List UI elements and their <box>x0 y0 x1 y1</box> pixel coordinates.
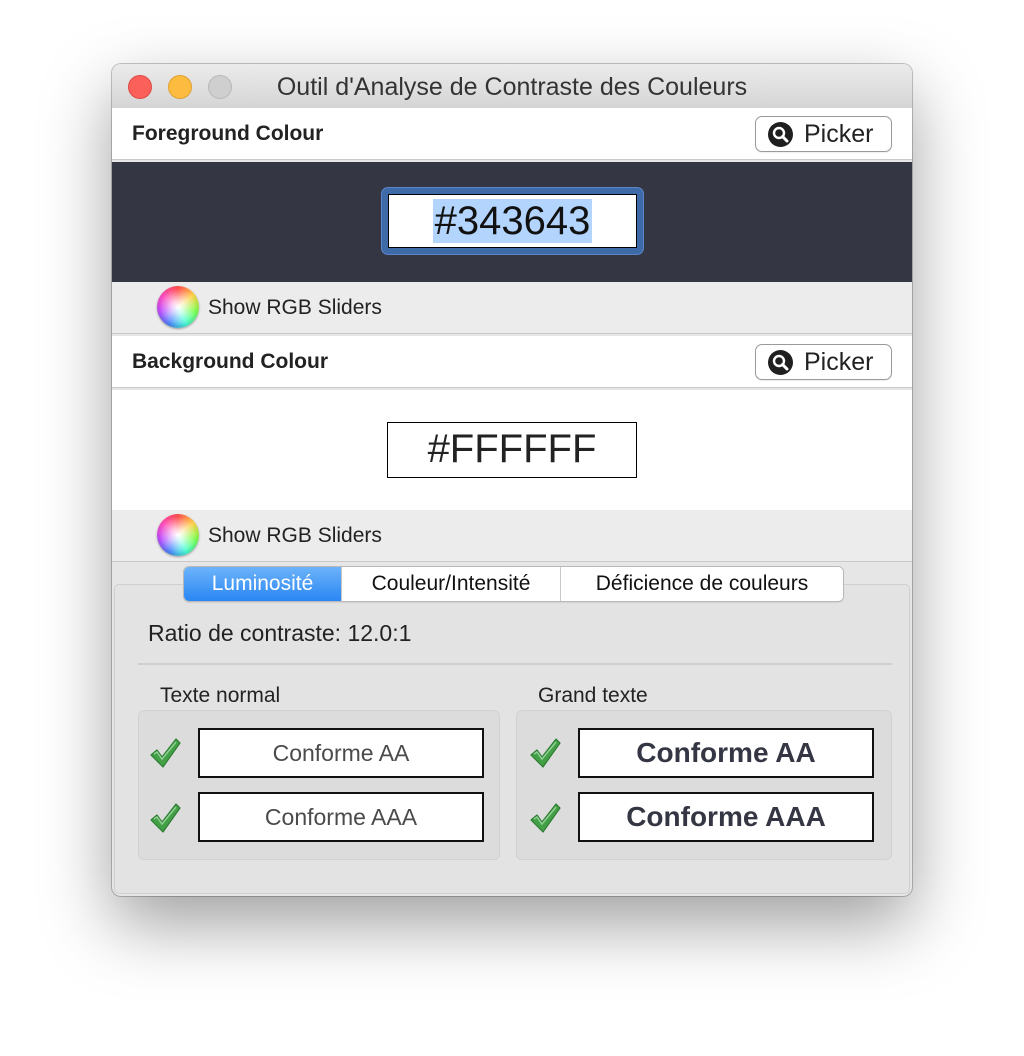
color-wheel-icon[interactable] <box>157 286 199 328</box>
background-picker-label: Picker <box>804 348 874 376</box>
zoom-window-button <box>208 75 232 99</box>
close-window-button[interactable] <box>128 75 152 99</box>
contrast-ratio: Ratio de contraste: 12.0:1 <box>148 620 412 646</box>
check-icon <box>530 803 561 833</box>
title-bar[interactable]: Outil d'Analyse de Contraste des Couleur… <box>112 64 912 109</box>
tab-deficience-couleurs[interactable]: Déficience de couleurs <box>560 567 843 601</box>
tab-luminosite[interactable]: Luminosité <box>184 567 341 601</box>
app-window: Outil d'Analyse de Contraste des Couleur… <box>112 64 912 896</box>
divider <box>138 663 892 665</box>
foreground-rgb-label[interactable]: Show RGB Sliders <box>208 282 382 334</box>
normal-aaa-result: Conforme AAA <box>198 792 484 842</box>
background-rgb-toggle[interactable]: Show RGB Sliders <box>112 510 912 562</box>
foreground-hex-input[interactable]: #343643 <box>388 194 637 248</box>
foreground-rgb-toggle[interactable]: Show RGB Sliders <box>112 282 912 334</box>
background-picker-button[interactable]: Picker <box>755 344 892 380</box>
foreground-hex-text: #343643 <box>432 199 593 243</box>
foreground-swatch: #343643 <box>112 162 912 282</box>
background-rgb-label[interactable]: Show RGB Sliders <box>208 510 382 562</box>
background-header: Background Colour Picker <box>112 336 912 388</box>
check-icon <box>150 738 181 768</box>
minimize-window-button[interactable] <box>168 75 192 99</box>
tab-couleur-intensite[interactable]: Couleur/Intensité <box>341 567 560 601</box>
foreground-header: Foreground Colour Picker <box>112 108 912 160</box>
color-wheel-icon[interactable] <box>157 514 199 556</box>
check-icon <box>530 738 561 768</box>
foreground-label: Foreground Colour <box>132 122 324 145</box>
foreground-picker-label: Picker <box>804 120 874 148</box>
large-aaa-result: Conforme AAA <box>578 792 874 842</box>
background-swatch: #FFFFFF <box>112 390 912 510</box>
normal-aa-result: Conforme AA <box>198 728 484 778</box>
magnifier-icon <box>768 122 793 147</box>
foreground-picker-button[interactable]: Picker <box>755 116 892 152</box>
large-aa-result: Conforme AA <box>578 728 874 778</box>
background-hex-input[interactable]: #FFFFFF <box>387 422 637 478</box>
tab-bar: Luminosité Couleur/Intensité Déficience … <box>183 566 844 602</box>
window-title: Outil d'Analyse de Contraste des Couleur… <box>276 73 748 101</box>
normal-text-heading: Texte normal <box>160 684 281 707</box>
large-text-heading: Grand texte <box>538 684 648 707</box>
magnifier-icon <box>768 350 793 375</box>
background-label: Background Colour <box>132 350 329 373</box>
check-icon <box>150 803 181 833</box>
